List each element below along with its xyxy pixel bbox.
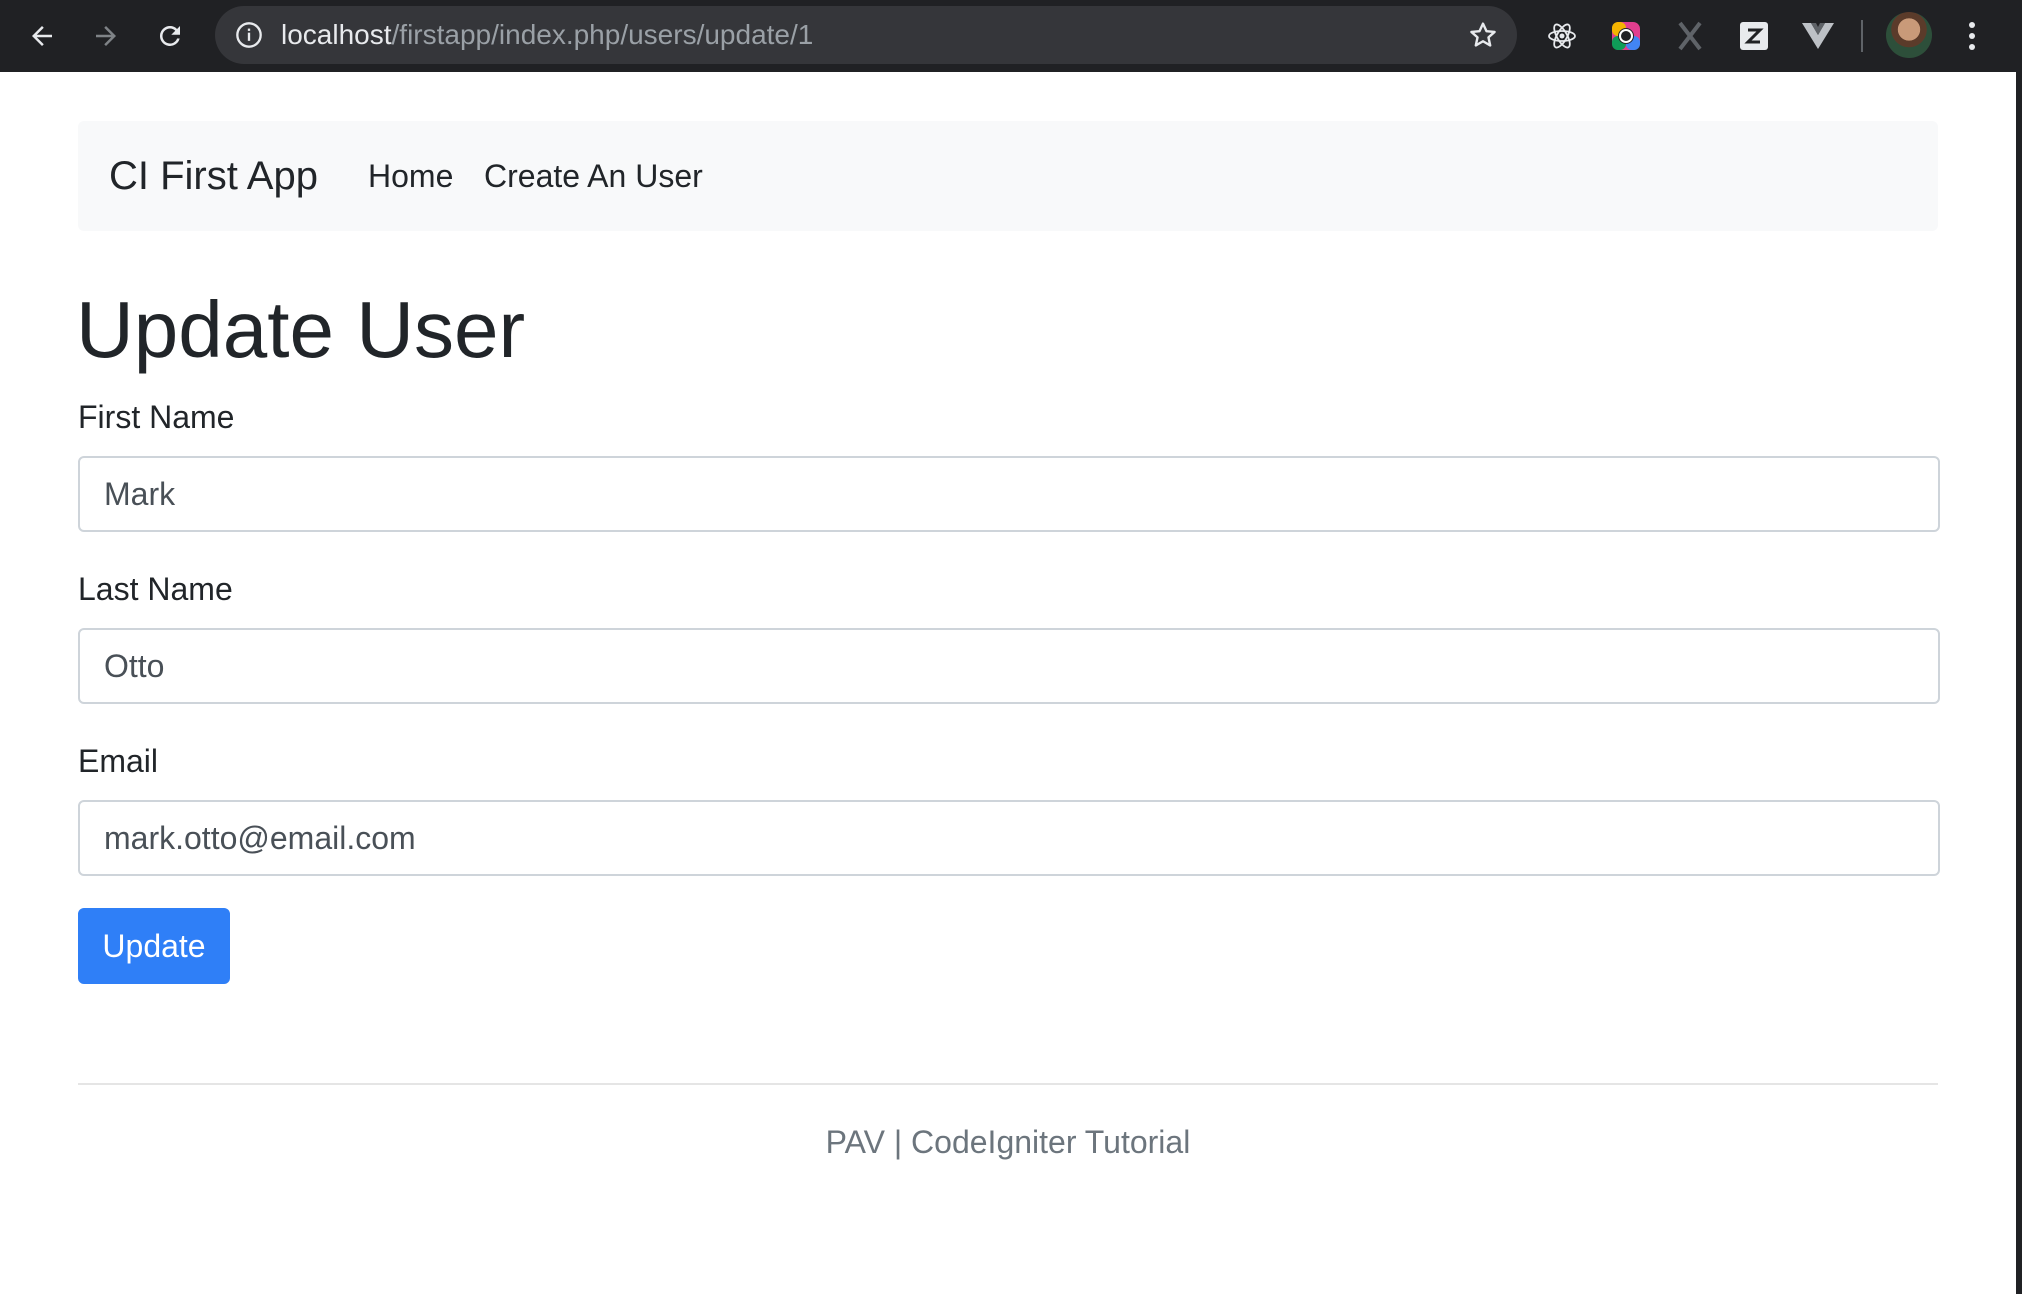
vue-devtools-icon xyxy=(1802,23,1834,49)
first-name-input[interactable] xyxy=(78,456,1940,532)
url-text: localhost/firstapp/index.php/users/updat… xyxy=(281,6,813,64)
browser-toolbar: localhost/firstapp/index.php/users/updat… xyxy=(0,0,2022,72)
z-extension-button[interactable] xyxy=(1734,16,1774,56)
color-picker-button[interactable] xyxy=(1606,16,1646,56)
toolbar-separator xyxy=(1861,20,1863,52)
nav-link-create-user[interactable]: Create An User xyxy=(484,121,703,231)
last-name-label: Last Name xyxy=(78,571,233,607)
page-title: Update User xyxy=(76,285,526,374)
react-devtools-icon xyxy=(1548,23,1576,49)
avatar[interactable] xyxy=(1886,12,1932,58)
react-devtools-button[interactable] xyxy=(1542,16,1582,56)
url-host: localhost xyxy=(281,19,392,50)
url-path: /firstapp/index.php/users/update/1 xyxy=(391,19,814,50)
star-icon[interactable] xyxy=(1467,19,1499,51)
vue-devtools-button[interactable] xyxy=(1798,16,1838,56)
site-navbar: CI First App Home Create An User xyxy=(78,121,1938,231)
email-input[interactable] xyxy=(78,800,1940,876)
arrow-left-icon xyxy=(32,26,52,46)
reload-icon xyxy=(159,25,180,46)
footer-divider xyxy=(78,1083,1938,1085)
email-label: Email xyxy=(78,743,159,779)
window-edge xyxy=(2016,72,2022,1294)
reload-button[interactable] xyxy=(146,12,194,60)
x-extension-button[interactable] xyxy=(1670,16,1710,56)
navbar-brand[interactable]: CI First App xyxy=(109,121,318,231)
update-button[interactable]: Update xyxy=(78,908,230,984)
z-extension-icon xyxy=(1740,22,1768,50)
color-picker-icon xyxy=(1612,22,1640,50)
nav-link-home[interactable]: Home xyxy=(368,121,453,231)
forward-button[interactable] xyxy=(82,12,130,60)
arrow-right-icon xyxy=(96,26,116,46)
last-name-input[interactable] xyxy=(78,628,1940,704)
x-extension-icon xyxy=(1678,21,1702,51)
footer-text: PAV | CodeIgniter Tutorial xyxy=(825,1124,1191,1160)
back-button[interactable] xyxy=(18,12,66,60)
more-vert-icon[interactable] xyxy=(1960,16,1984,56)
info-icon[interactable] xyxy=(235,21,263,49)
address-bar[interactable]: localhost/firstapp/index.php/users/updat… xyxy=(215,6,1517,64)
first-name-label: First Name xyxy=(78,399,235,435)
